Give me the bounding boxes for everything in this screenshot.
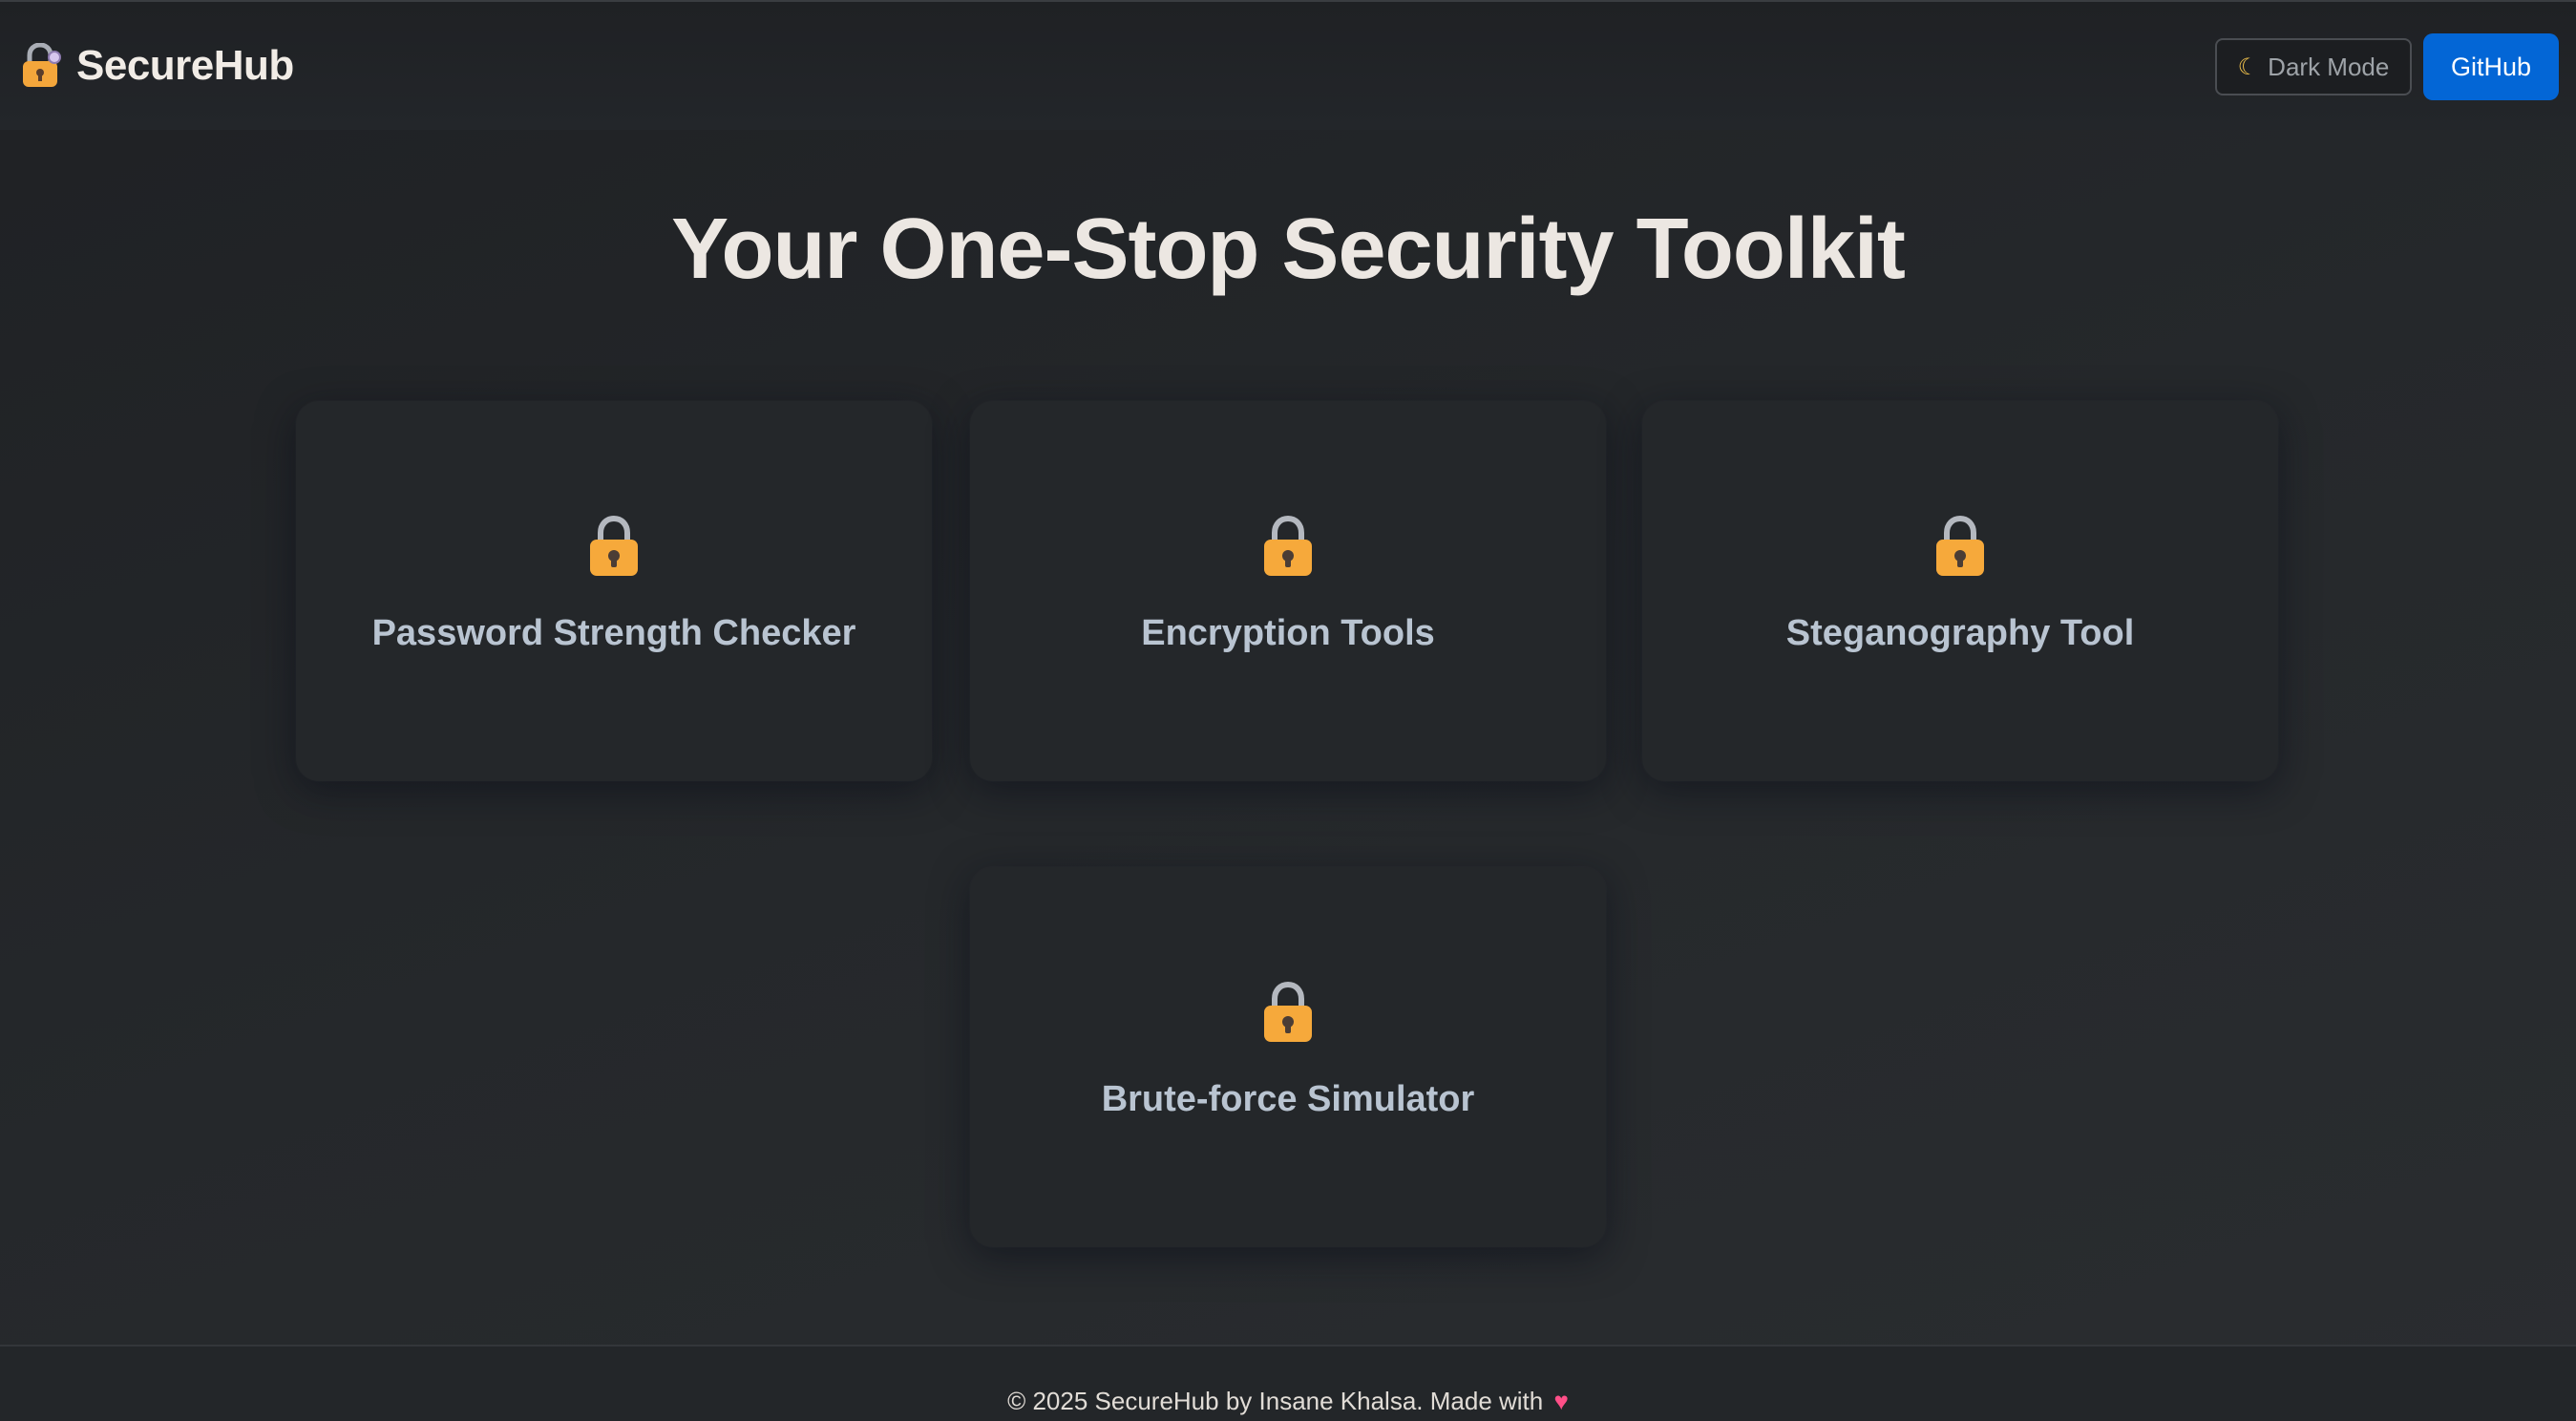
github-button[interactable]: GitHub (2423, 33, 2559, 100)
lock-icon (1264, 516, 1312, 576)
lock-key-icon (23, 43, 61, 87)
tool-card-steganography-tool[interactable]: Steganography Tool (1642, 401, 2278, 781)
tool-card-encryption-tools[interactable]: Encryption Tools (970, 401, 1606, 781)
dark-mode-toggle[interactable]: ☾ Dark Mode (2215, 38, 2412, 95)
footer: © 2025 SecureHub by Insane Khalsa. Made … (0, 1345, 2576, 1421)
moon-icon: ☾ (2237, 53, 2259, 80)
tool-card-password-strength-checker[interactable]: Password Strength Checker (296, 401, 932, 781)
lock-icon (1936, 516, 1984, 576)
page-title: Your One-Stop Security Toolkit (671, 201, 1906, 297)
tool-card-title: Steganography Tool (1785, 613, 2135, 653)
tool-card-brute-force-simulator[interactable]: Brute-force Simulator (970, 867, 1606, 1247)
lock-icon (1264, 982, 1312, 1042)
dark-mode-label: Dark Mode (2268, 52, 2390, 81)
top-navigation-bar: SecureHub ☾ Dark Mode GitHub (0, 0, 2576, 130)
copyright-text: © 2025 SecureHub by Insane Khalsa. Made … (1007, 1387, 1544, 1415)
brand-name: SecureHub (76, 42, 294, 89)
tool-card-title: Brute-force Simulator (1101, 1079, 1475, 1119)
tool-card-title: Encryption Tools (1141, 613, 1435, 653)
brand-logo[interactable]: SecureHub (19, 42, 294, 90)
heart-icon: ♥ (1553, 1387, 1569, 1415)
footer-text-row: © 2025 SecureHub by Insane Khalsa. Made … (0, 1387, 2576, 1416)
tool-card-title: Password Strength Checker (371, 613, 856, 653)
lock-icon (590, 516, 638, 576)
